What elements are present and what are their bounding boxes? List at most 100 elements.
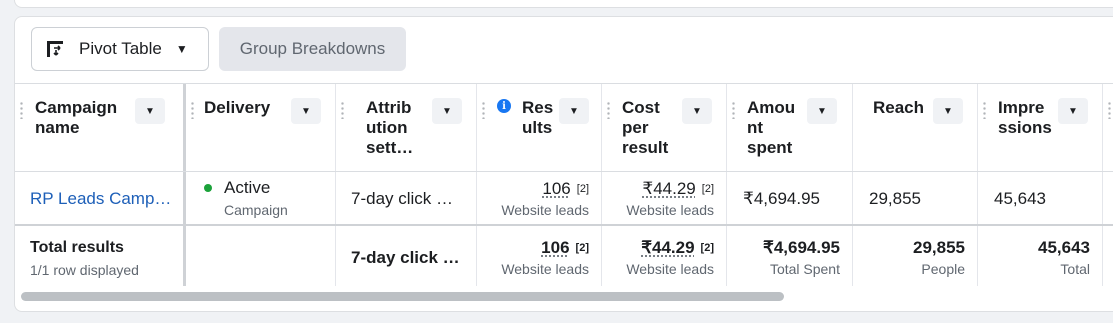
results-value: 106 [2] bbox=[542, 179, 589, 199]
cell-total-amount: ₹4,694.95 Total Spent bbox=[727, 226, 853, 286]
column-header-campaign-name[interactable]: Campaign name ▼ bbox=[15, 84, 186, 171]
cell-campaign-name: RP Leads Camp… bbox=[15, 172, 186, 224]
cell-total-delivery bbox=[186, 226, 336, 286]
total-results-number[interactable]: 106 bbox=[541, 238, 569, 257]
sort-caret-icon[interactable]: ▼ bbox=[291, 98, 321, 124]
cell-total-reach: 29,855 People bbox=[853, 226, 978, 286]
sort-caret-icon[interactable]: ▼ bbox=[1058, 98, 1088, 124]
cell-total-cost: ₹44.29 [2] Website leads bbox=[602, 226, 727, 286]
column-header-amount-spent[interactable]: Amou nt spent ▼ bbox=[727, 84, 853, 171]
total-cost-number[interactable]: ₹44.29 bbox=[641, 238, 694, 257]
report-card: Pivot Table ▼ Group Breakdowns Campaign … bbox=[14, 16, 1113, 312]
drag-handle-icon[interactable] bbox=[607, 101, 610, 119]
header-line: spent bbox=[747, 138, 793, 157]
drag-handle-icon[interactable] bbox=[1108, 101, 1111, 119]
header-line: sett… bbox=[366, 138, 414, 157]
drag-handle-icon[interactable] bbox=[341, 101, 344, 119]
cell-amount-spent: ₹4,694.95 bbox=[727, 172, 853, 224]
column-header-impressions[interactable]: Impre ssions ▼ bbox=[978, 84, 1103, 171]
cell-total-attribution: 7-day click … bbox=[336, 226, 477, 286]
header-line: Cost bbox=[622, 98, 660, 117]
total-impressions-sub: Total bbox=[1060, 261, 1090, 277]
cell-total-impressions: 45,643 Total bbox=[978, 226, 1103, 286]
reach-value: 29,855 bbox=[869, 189, 921, 208]
total-results-value: 106 [2] bbox=[541, 238, 589, 258]
cell-impressions: 45,643 bbox=[978, 172, 1103, 224]
cell-delivery: Active Campaign bbox=[186, 172, 336, 224]
sort-caret-icon[interactable]: ▼ bbox=[559, 98, 589, 124]
totals-row: Total results 1/1 row displayed 7-day cl… bbox=[15, 226, 1113, 286]
sort-caret-icon[interactable]: ▼ bbox=[933, 98, 963, 124]
total-reach-sub: People bbox=[921, 261, 965, 277]
group-breakdowns-label: Group Breakdowns bbox=[239, 39, 386, 58]
header-line: ssions bbox=[998, 118, 1052, 137]
cost-number[interactable]: ₹44.29 bbox=[642, 179, 695, 198]
drag-handle-icon[interactable] bbox=[191, 101, 194, 119]
total-cost-value: ₹44.29 [2] bbox=[641, 238, 714, 258]
results-number[interactable]: 106 bbox=[542, 179, 570, 198]
header-line: name bbox=[35, 118, 80, 137]
header-line: nt bbox=[747, 118, 764, 137]
header-line: Reach bbox=[873, 98, 925, 117]
total-reach-value: 29,855 bbox=[913, 238, 965, 257]
previous-card bbox=[14, 0, 1113, 8]
total-results-label: Total results bbox=[30, 239, 124, 256]
cost-sub: Website leads bbox=[626, 202, 714, 218]
header-line: Attrib bbox=[366, 98, 412, 117]
cost-value: ₹44.29 [2] bbox=[642, 179, 714, 199]
cell-results: 106 [2] Website leads bbox=[477, 172, 602, 224]
column-header-delivery[interactable]: Delivery ▼ bbox=[186, 84, 336, 171]
total-attribution-value: 7-day click … bbox=[351, 248, 460, 267]
header-line: result bbox=[622, 138, 669, 157]
header-line: Campaign bbox=[35, 98, 118, 117]
results-footnote: [2] bbox=[576, 183, 589, 195]
total-cost-footnote: [2] bbox=[700, 242, 714, 254]
drag-handle-icon[interactable] bbox=[983, 101, 986, 119]
pivot-table-label: Pivot Table bbox=[79, 39, 162, 58]
cell-cost-per-result: ₹44.29 [2] Website leads bbox=[602, 172, 727, 224]
total-amount-value: ₹4,694.95 bbox=[763, 238, 840, 257]
header-line: per bbox=[622, 118, 649, 137]
sort-caret-icon[interactable]: ▼ bbox=[135, 98, 165, 124]
campaign-name-link[interactable]: RP Leads Camp… bbox=[30, 189, 171, 209]
total-amount-sub: Total Spent bbox=[769, 261, 840, 277]
active-status-dot bbox=[204, 184, 212, 192]
header-line: Impre bbox=[998, 98, 1045, 117]
column-header-attribution[interactable]: Attrib ution sett… ▼ bbox=[336, 84, 477, 171]
pivot-table-icon bbox=[44, 38, 66, 60]
column-header-next bbox=[1103, 84, 1113, 171]
header-line: Res bbox=[522, 98, 554, 117]
cell-reach: 29,855 bbox=[853, 172, 978, 224]
drag-handle-icon[interactable] bbox=[20, 101, 23, 119]
impressions-value: 45,643 bbox=[994, 189, 1046, 208]
column-header-cost-per-result[interactable]: Cost per result ▼ bbox=[602, 84, 727, 171]
header-line: ution bbox=[366, 118, 408, 137]
info-icon[interactable]: i bbox=[497, 99, 511, 113]
column-header-reach[interactable]: Reach ▼ bbox=[853, 84, 978, 171]
column-header-results[interactable]: i Res ults ▼ bbox=[477, 84, 602, 171]
total-results-footnote: [2] bbox=[575, 242, 589, 254]
total-impressions-value: 45,643 bbox=[1038, 238, 1090, 257]
drag-handle-icon[interactable] bbox=[732, 101, 735, 119]
table-row: RP Leads Camp… Active Campaign 7-day cli… bbox=[15, 172, 1113, 226]
group-breakdowns-button[interactable]: Group Breakdowns bbox=[219, 27, 406, 71]
amount-spent-value: ₹4,694.95 bbox=[743, 189, 820, 208]
header-line: Delivery bbox=[204, 98, 271, 117]
horizontal-scrollbar[interactable] bbox=[21, 292, 784, 301]
sort-caret-icon[interactable]: ▼ bbox=[432, 98, 462, 124]
sort-caret-icon[interactable]: ▼ bbox=[807, 98, 837, 124]
attribution-value: 7-day click … bbox=[351, 189, 454, 208]
cost-footnote: [2] bbox=[701, 183, 714, 195]
delivery-status: Active bbox=[224, 178, 271, 197]
results-sub: Website leads bbox=[501, 202, 589, 218]
cell-total-label: Total results 1/1 row displayed bbox=[15, 226, 186, 286]
header-line: Amou bbox=[747, 98, 796, 117]
cell-attribution: 7-day click … bbox=[336, 172, 477, 224]
table-header-row: Campaign name ▼ Delivery ▼ Attrib ution … bbox=[15, 83, 1113, 172]
pivot-table-button[interactable]: Pivot Table ▼ bbox=[31, 27, 209, 71]
drag-handle-icon[interactable] bbox=[482, 101, 485, 119]
caret-down-icon: ▼ bbox=[175, 42, 188, 56]
sort-caret-icon[interactable]: ▼ bbox=[682, 98, 712, 124]
delivery-sub: Campaign bbox=[224, 202, 288, 218]
total-results-sub: Website leads bbox=[501, 261, 589, 277]
